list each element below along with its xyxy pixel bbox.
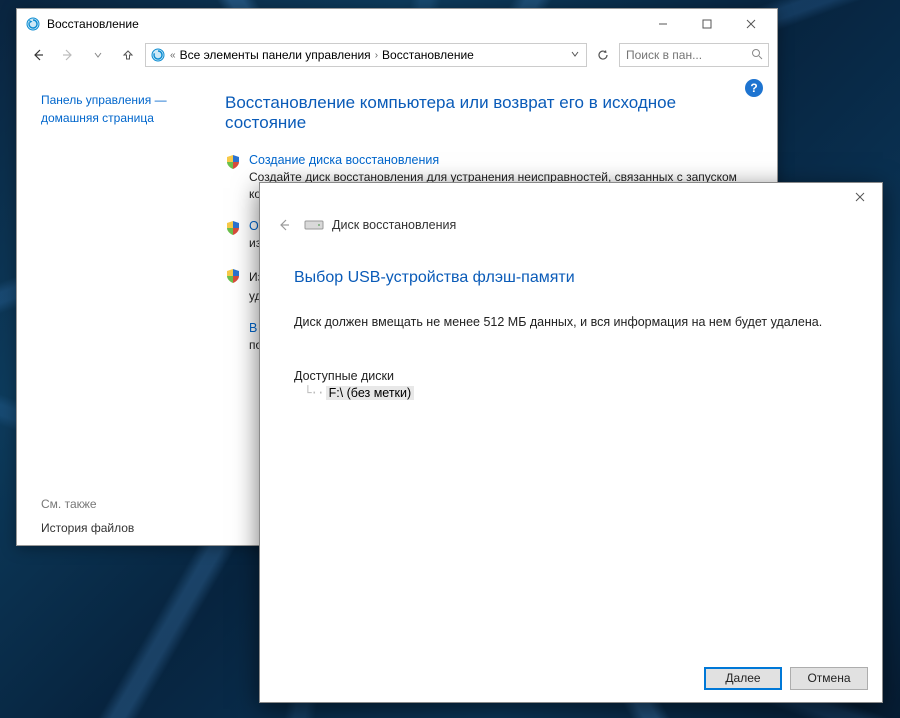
file-history-link[interactable]: История файлов xyxy=(41,521,205,535)
wizard-note: Диск должен вмещать не менее 512 МБ данн… xyxy=(294,315,848,329)
minimize-button[interactable] xyxy=(641,10,685,38)
window-title: Восстановление xyxy=(47,17,139,31)
breadcrumb[interactable]: « Все элементы панели управления › Восст… xyxy=(145,43,587,67)
titlebar: Восстановление xyxy=(17,9,777,39)
cancel-button[interactable]: Отмена xyxy=(790,667,868,690)
wizard-close-button[interactable] xyxy=(838,183,882,211)
recovery-drive-wizard: Диск восстановления Выбор USB-устройства… xyxy=(259,182,883,703)
chevron-right-icon: › xyxy=(375,50,378,61)
chevron-right-icon: « xyxy=(170,50,176,61)
drive-icon xyxy=(304,218,324,232)
wizard-header: Диск восстановления xyxy=(260,211,882,249)
nav-forward-button[interactable] xyxy=(55,42,81,68)
nav-up-button[interactable] xyxy=(115,42,141,68)
wizard-content: Выбор USB-устройства флэш-памяти Диск до… xyxy=(260,249,882,654)
drive-item[interactable]: └·· F:\ (без метки) xyxy=(304,385,848,400)
shield-icon xyxy=(225,154,241,170)
maximize-button[interactable] xyxy=(685,10,729,38)
search-field[interactable] xyxy=(624,47,751,63)
wizard-heading: Выбор USB-устройства флэш-памяти xyxy=(294,269,848,287)
search-icon xyxy=(751,48,764,63)
shield-icon xyxy=(225,220,241,236)
breadcrumb-item[interactable]: Восстановление xyxy=(382,48,474,62)
close-button[interactable] xyxy=(729,10,773,38)
help-icon[interactable]: ? xyxy=(745,79,763,97)
sidebar: Панель управления — домашняя страница См… xyxy=(17,73,217,545)
recovery-icon xyxy=(25,16,41,32)
see-also-label: См. также xyxy=(41,497,205,511)
tree-branch-icon: └·· xyxy=(304,385,324,400)
breadcrumb-item[interactable]: Все элементы панели управления xyxy=(180,48,371,62)
create-recovery-drive-link[interactable]: Создание диска восстановления xyxy=(249,153,749,167)
available-drives-list: └·· F:\ (без метки) xyxy=(304,385,848,400)
nav-back-button[interactable] xyxy=(25,42,51,68)
available-drives-label: Доступные диски xyxy=(294,369,848,383)
recovery-icon xyxy=(150,47,166,63)
wizard-footer: Далее Отмена xyxy=(260,654,882,702)
refresh-button[interactable] xyxy=(591,43,615,67)
next-button[interactable]: Далее xyxy=(704,667,782,690)
drive-label: F:\ (без метки) xyxy=(326,386,415,400)
shield-icon xyxy=(225,268,241,284)
wizard-back-button[interactable] xyxy=(272,213,296,237)
page-title: Восстановление компьютера или возврат ег… xyxy=(225,93,749,133)
breadcrumb-dropdown[interactable] xyxy=(568,48,582,62)
recent-locations-dropdown[interactable] xyxy=(85,42,111,68)
search-input[interactable] xyxy=(619,43,769,67)
nav-toolbar: « Все элементы панели управления › Восст… xyxy=(17,39,777,71)
wizard-title: Диск восстановления xyxy=(332,218,456,232)
control-panel-home-link[interactable]: Панель управления — домашняя страница xyxy=(41,91,205,127)
